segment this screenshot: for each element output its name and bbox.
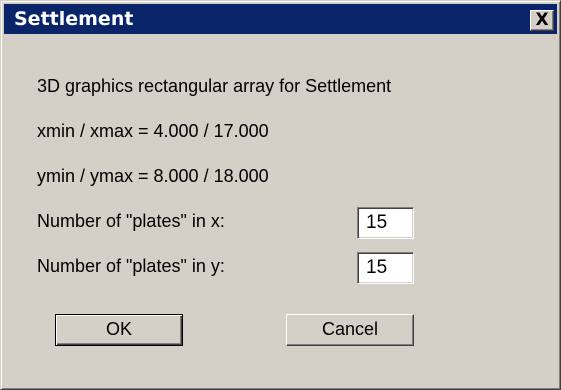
settlement-dialog: Settlement X 3D graphics rectangular arr… bbox=[0, 0, 561, 390]
close-button[interactable]: X bbox=[530, 10, 554, 31]
cancel-button[interactable]: Cancel bbox=[286, 314, 414, 346]
title-bar: Settlement X bbox=[4, 4, 557, 34]
dialog-title: Settlement bbox=[14, 8, 134, 30]
ok-button[interactable]: OK bbox=[55, 314, 183, 346]
plates-x-input[interactable] bbox=[357, 207, 414, 239]
plates-y-input[interactable] bbox=[357, 252, 414, 284]
description-text: 3D graphics rectangular array for Settle… bbox=[37, 76, 392, 96]
y-range-text: ymin / ymax = 8.000 / 18.000 bbox=[37, 166, 269, 186]
plates-y-label: Number of "plates" in y: bbox=[37, 256, 225, 276]
x-range-text: xmin / xmax = 4.000 / 17.000 bbox=[37, 121, 269, 141]
close-icon: X bbox=[535, 10, 549, 30]
plates-x-label: Number of "plates" in x: bbox=[37, 211, 225, 231]
